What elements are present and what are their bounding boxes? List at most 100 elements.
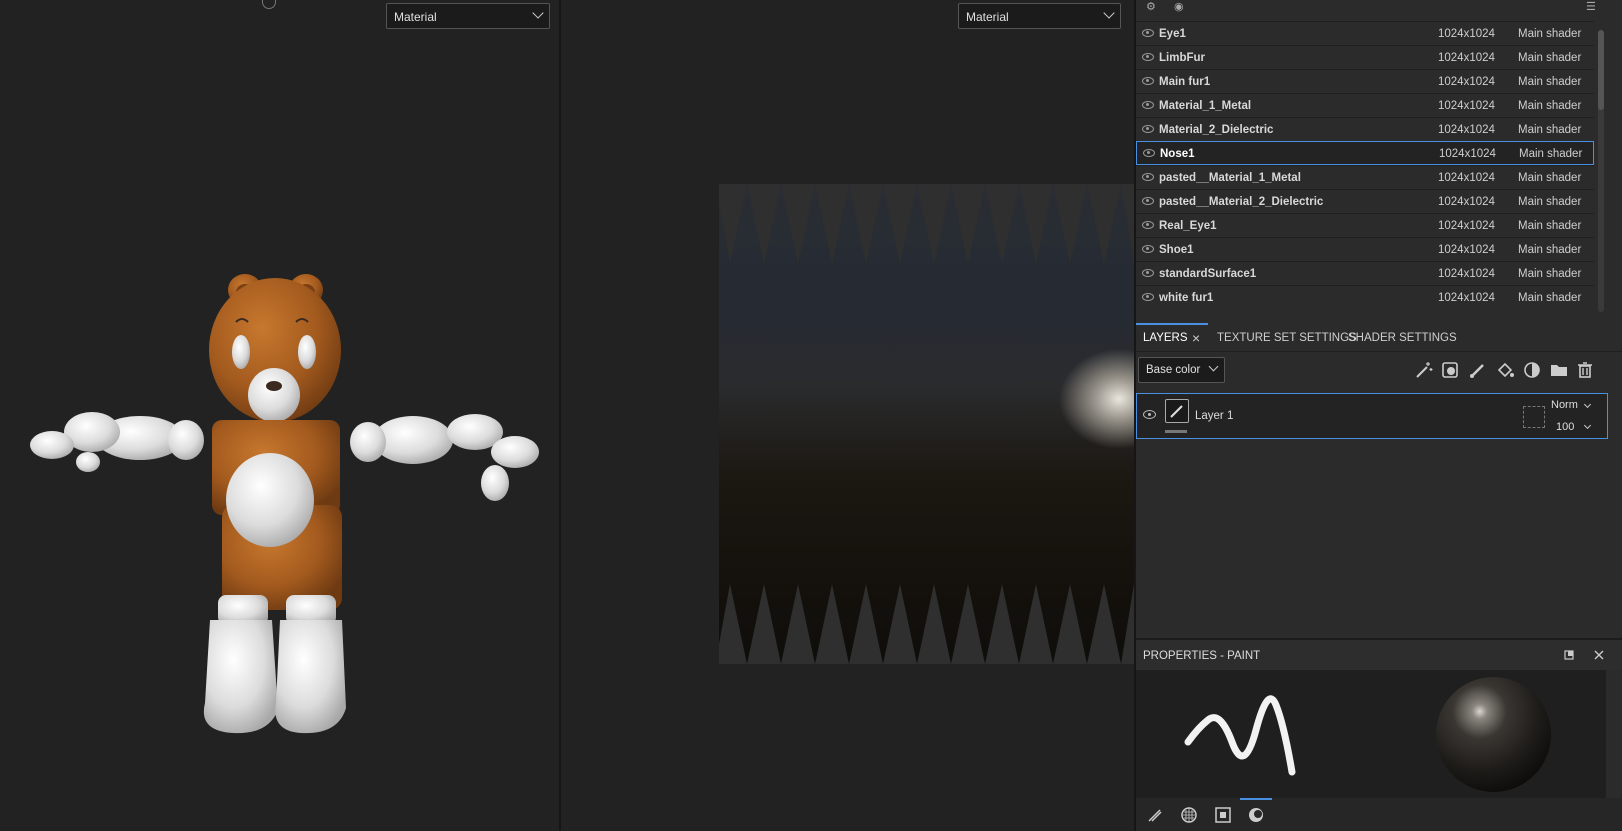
texture-set-list: Eye1 1024x1024 Main shader LimbFur 1024x102… xyxy=(1136,21,1594,309)
texture-set-resolution: 1024x1024 xyxy=(1438,244,1495,256)
material-icon[interactable] xyxy=(1247,806,1265,824)
eye-icon[interactable] xyxy=(1142,269,1154,277)
uv-top-spikes xyxy=(719,184,1134,264)
viewport-3d[interactable]: Material xyxy=(0,0,560,831)
uv-texture-preview[interactable] xyxy=(719,184,1134,664)
eye-icon[interactable] xyxy=(1142,125,1154,133)
eye-icon[interactable] xyxy=(1143,410,1156,419)
texture-set-shader[interactable]: Main shader xyxy=(1518,292,1581,304)
texture-set-shader[interactable]: Main shader xyxy=(1518,196,1581,208)
texture-set-shader[interactable]: Main shader xyxy=(1519,148,1582,160)
active-tab-indicator xyxy=(1240,798,1272,800)
texture-set-name: Shoe1 xyxy=(1159,244,1194,256)
texture-set-row-limbfur[interactable]: LimbFur 1024x1024 Main shader xyxy=(1136,45,1594,69)
layer-name[interactable]: Layer 1 xyxy=(1195,410,1233,422)
eye-icon[interactable] xyxy=(1142,53,1154,61)
texture-set-resolution: 1024x1024 xyxy=(1438,28,1495,40)
texture-set-shader[interactable]: Main shader xyxy=(1518,52,1581,64)
undock-icon[interactable] xyxy=(1564,650,1574,660)
eye-icon[interactable] xyxy=(1142,221,1154,229)
brush-stroke-preview[interactable] xyxy=(1176,680,1326,790)
texture-set-shader[interactable]: Main shader xyxy=(1518,124,1581,136)
layer-mask-slot[interactable] xyxy=(1523,406,1545,428)
paint-layer-thumbnail[interactable] xyxy=(1165,399,1189,423)
brush-icon xyxy=(1170,405,1183,418)
texture-set-row-eye1[interactable]: Eye1 1024x1024 Main shader xyxy=(1136,21,1594,45)
texture-set-filter-icon[interactable]: ⚙ xyxy=(1146,0,1156,14)
texture-set-shader[interactable]: Main shader xyxy=(1518,76,1581,88)
visibility-toggle-icon[interactable]: ◉ xyxy=(1174,0,1184,14)
uv-bottom-spikes xyxy=(719,584,1134,664)
panel-tabs: LAYERS × TEXTURE SET SETTINGS SHADER SET… xyxy=(1136,323,1622,352)
texture-set-shader[interactable]: Main shader xyxy=(1518,100,1581,112)
layer-opacity[interactable]: 100 xyxy=(1556,421,1574,433)
app-window: Material Material ⚙ ◉ ☰ Eye1 1024x1024 M… xyxy=(0,0,1622,831)
eye-icon[interactable] xyxy=(1142,77,1154,85)
active-tab-indicator xyxy=(1136,323,1208,325)
texture-set-row-material-1-metal[interactable]: Material_1_Metal 1024x1024 Main shader xyxy=(1136,93,1594,117)
channel-select[interactable]: Base color xyxy=(1138,357,1225,383)
texture-set-menu-icon[interactable]: ☰ xyxy=(1586,0,1596,14)
layer-row[interactable]: Layer 1 Norm 100 xyxy=(1136,393,1608,439)
properties-header: PROPERTIES - PAINT xyxy=(1136,638,1622,670)
eye-icon[interactable] xyxy=(1143,149,1155,157)
layer-blend-mode[interactable]: Norm xyxy=(1551,399,1578,411)
texture-set-name: Material_2_Dielectric xyxy=(1159,124,1274,136)
texture-set-row-pasted-material-2-dielectric[interactable]: pasted__Material_2_Dielectric 1024x1024 Ma… xyxy=(1136,189,1594,213)
paint-layer-icon[interactable] xyxy=(1468,360,1488,380)
chevron-down-icon xyxy=(1208,361,1219,372)
texture-set-row-standardsurface1[interactable]: standardSurface1 1024x1024 Main shader xyxy=(1136,261,1594,285)
texture-set-name: Main fur1 xyxy=(1159,76,1211,88)
texture-set-row-material-2-dielectric[interactable]: Material_2_Dielectric 1024x1024 Main shade… xyxy=(1136,117,1594,141)
texture-set-name: pasted__Material_2_Dielectric xyxy=(1159,196,1324,208)
tab-texture-set-settings[interactable]: TEXTURE SET SETTINGS xyxy=(1217,332,1357,344)
alpha-icon[interactable] xyxy=(1180,806,1198,824)
brush-icon[interactable] xyxy=(1146,806,1164,824)
right-panel: ⚙ ◉ ☰ Eye1 1024x1024 Main shader LimbFur 10… xyxy=(1134,0,1622,831)
chevron-down-icon xyxy=(1583,421,1592,430)
texture-set-resolution: 1024x1024 xyxy=(1438,100,1495,112)
eye-icon[interactable] xyxy=(1142,101,1154,109)
properties-title: PROPERTIES - PAINT xyxy=(1143,650,1261,662)
magic-wand-icon[interactable] xyxy=(1414,360,1434,380)
tab-shader-settings[interactable]: SHADER SETTINGS xyxy=(1348,332,1457,344)
texture-set-shader[interactable]: Main shader xyxy=(1518,268,1581,280)
texture-set-row-real-eye1[interactable]: Real_Eye1 1024x1024 Main shader xyxy=(1136,213,1594,237)
texture-set-shader[interactable]: Main shader xyxy=(1518,28,1581,40)
uv-island-borders xyxy=(719,184,1134,664)
chevron-down-icon xyxy=(1103,7,1115,19)
stencil-icon[interactable] xyxy=(1214,806,1232,824)
texture-set-resolution: 1024x1024 xyxy=(1438,196,1495,208)
bear-model[interactable] xyxy=(0,0,560,831)
material-sphere-preview[interactable] xyxy=(1436,677,1551,792)
layer-thumbnail-bar xyxy=(1165,430,1187,433)
eye-icon[interactable] xyxy=(1142,293,1154,301)
eye-icon[interactable] xyxy=(1142,245,1154,253)
eye-icon[interactable] xyxy=(1142,29,1154,37)
properties-preview xyxy=(1136,670,1606,798)
close-icon[interactable]: × xyxy=(1192,330,1200,346)
texture-set-row-white-fur1[interactable]: white fur1 1024x1024 Main shader xyxy=(1136,285,1594,309)
texture-set-shader[interactable]: Main shader xyxy=(1518,172,1581,184)
texture-set-row-pasted-material-1-metal[interactable]: pasted__Material_1_Metal 1024x1024 Main sh… xyxy=(1136,165,1594,189)
eye-icon[interactable] xyxy=(1142,173,1154,181)
texture-set-name: standardSurface1 xyxy=(1159,268,1257,280)
texture-set-scrollbar-thumb[interactable] xyxy=(1598,30,1604,110)
texture-set-shader[interactable]: Main shader xyxy=(1518,244,1581,256)
texture-set-name: LimbFur xyxy=(1159,52,1205,64)
smart-material-icon[interactable] xyxy=(1522,360,1542,380)
layers-stack-area[interactable] xyxy=(1136,442,1622,638)
texture-set-row-nose1[interactable]: Nose1 1024x1024 Main shader xyxy=(1136,141,1594,165)
folder-icon[interactable] xyxy=(1549,360,1569,380)
add-mask-icon[interactable] xyxy=(1440,360,1460,380)
eye-icon[interactable] xyxy=(1142,197,1154,205)
texture-set-name: Nose1 xyxy=(1160,148,1195,160)
texture-set-row-shoe1[interactable]: Shoe1 1024x1024 Main shader xyxy=(1136,237,1594,261)
fill-layer-icon[interactable] xyxy=(1495,360,1515,380)
tab-layers[interactable]: LAYERS xyxy=(1143,332,1188,344)
texture-set-row-main-fur1[interactable]: Main fur1 1024x1024 Main shader xyxy=(1136,69,1594,93)
close-icon[interactable] xyxy=(1594,650,1604,660)
texture-set-shader[interactable]: Main shader xyxy=(1518,220,1581,232)
trash-icon[interactable] xyxy=(1575,360,1595,380)
viewport-2d-mode-select[interactable]: Material xyxy=(958,3,1121,29)
